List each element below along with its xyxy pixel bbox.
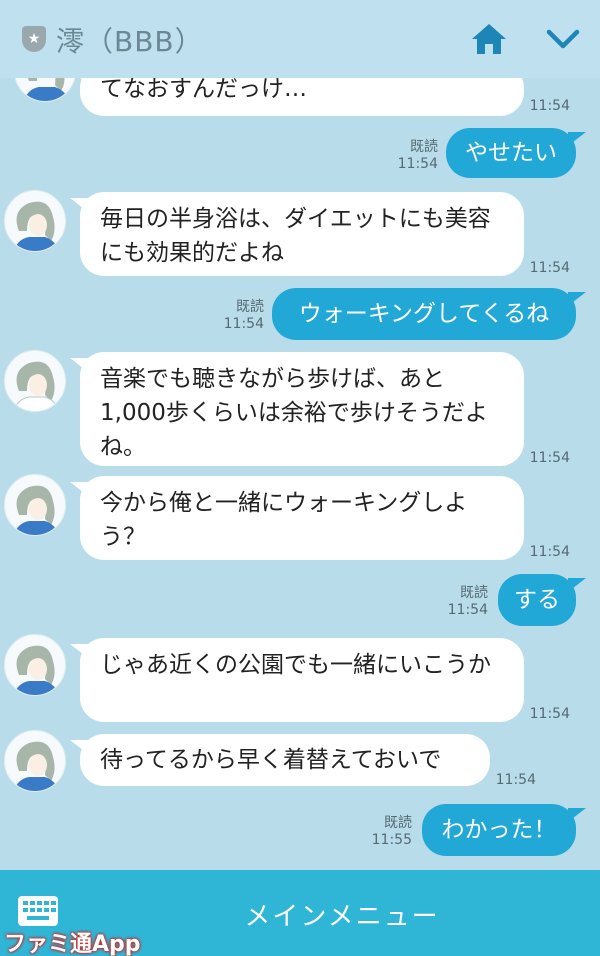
- message-bubble: じゃあ近くの公園でも一緒にいこうか: [70, 638, 524, 722]
- message-text: やせたい: [465, 140, 557, 166]
- message-text: 待ってるから早く着替えておいで: [100, 747, 442, 773]
- avatar[interactable]: [4, 634, 66, 696]
- message-time: 11:54: [397, 156, 438, 172]
- character-portrait: [13, 201, 59, 251]
- message-bubble[interactable]: わかった！: [422, 804, 586, 856]
- message-time: 11:54: [529, 450, 570, 466]
- message-bubble: 今から俺と一緒にウォーキングしよう？: [70, 476, 524, 560]
- message-text: わかった！: [441, 817, 557, 843]
- official-badge-icon: ★: [22, 26, 46, 52]
- message-time: 11:54: [223, 316, 264, 332]
- message-text: じゃあ近くの公園でも一緒にいこうか: [100, 652, 491, 678]
- character-portrait: [13, 645, 59, 695]
- message-time: 11:54: [529, 260, 570, 276]
- message-bubble[interactable]: ウォーキングしてくるね: [272, 288, 586, 340]
- home-icon[interactable]: [470, 22, 508, 56]
- message-bubble: 音楽でも聴きながら歩けば、あと1,000歩くらいは余裕で歩けそうだよね。: [70, 352, 524, 466]
- message-time: 11:54: [529, 544, 570, 560]
- message-time: 11:55: [371, 832, 412, 848]
- message-time: 11:54: [529, 98, 570, 114]
- read-receipt: 既読: [410, 139, 438, 155]
- avatar[interactable]: [4, 730, 66, 792]
- character-portrait: [13, 361, 60, 411]
- message-text: てなおすんだっけ…: [100, 76, 307, 102]
- message-bubble: 待ってるから早く着替えておいで: [70, 734, 490, 786]
- message-text: 音楽でも聴きながら歩けば、あと1,000歩くらいは余裕で歩けそうだよね。: [100, 366, 488, 460]
- avatar[interactable]: [4, 350, 66, 412]
- message-text: 毎日の半身浴は、ダイエットにも美容にも効果的だよね: [100, 206, 491, 266]
- read-receipt: 既読: [460, 585, 488, 601]
- message-bubble[interactable]: する: [498, 574, 586, 626]
- read-receipt: 既読: [384, 815, 412, 831]
- message-time: 11:54: [447, 602, 488, 618]
- message-text: 今から俺と一緒にウォーキングしよう？: [100, 490, 468, 550]
- character-portrait: [13, 741, 59, 791]
- message-bubble[interactable]: やせたい: [446, 128, 586, 178]
- avatar[interactable]: [4, 190, 66, 252]
- message-time: 11:54: [529, 706, 570, 722]
- message-text: ウォーキングしてくるね: [298, 301, 550, 327]
- chat-title[interactable]: 澪（BBB）: [56, 20, 204, 60]
- avatar[interactable]: [4, 474, 66, 536]
- character-portrait: [13, 485, 59, 535]
- chevron-down-icon[interactable]: [544, 26, 582, 52]
- message-bubble: 毎日の半身浴は、ダイエットにも美容にも効果的だよね: [70, 192, 524, 276]
- chat-area[interactable]: てなおすんだっけ… 11:54 既読 11:54 やせたい 毎日の半身浴は、ダイ…: [0, 0, 600, 870]
- message-time: 11:54: [495, 772, 536, 788]
- read-receipt: 既読: [236, 299, 264, 315]
- watermark-logo: ファミ通App: [4, 932, 141, 956]
- chat-header: ★ 澪（BBB）: [0, 0, 600, 78]
- message-text: する: [514, 587, 560, 613]
